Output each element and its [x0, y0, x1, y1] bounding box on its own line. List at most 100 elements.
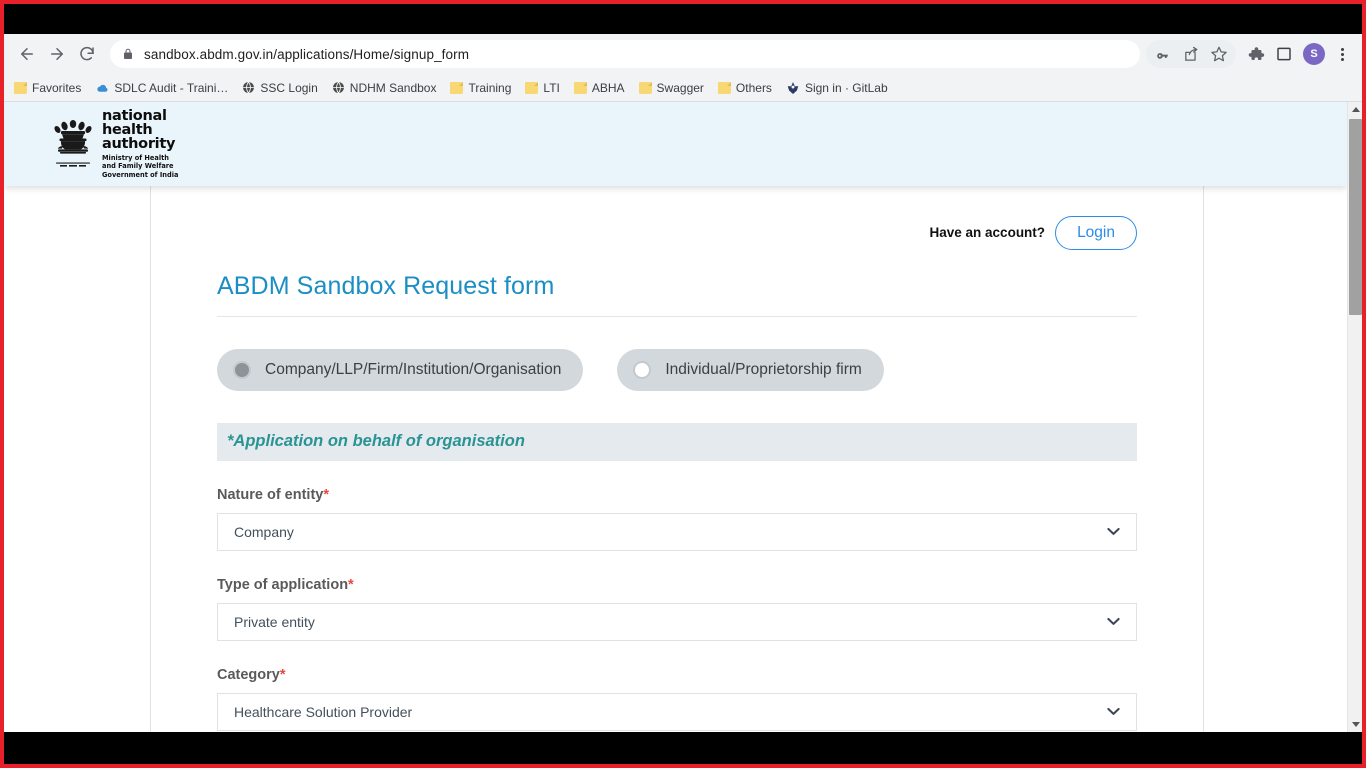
bookmark-label: Favorites [32, 80, 82, 95]
bookmark-label: Swagger [656, 80, 704, 95]
toolbar-actions: S [1146, 40, 1354, 68]
select-category[interactable]: Healthcare Solution Provider [217, 692, 1137, 731]
logo-sub-line-1: Ministry of Health [102, 154, 169, 163]
label-text: Type of application [217, 576, 349, 593]
bookmark-label: Training [468, 80, 512, 95]
password-key-icon[interactable] [1149, 40, 1177, 68]
bookmark-star-icon[interactable] [1205, 40, 1233, 68]
field-type-of-application: Type of application* Private entity [217, 577, 1137, 641]
globe-icon [332, 81, 345, 94]
bookmark-label: ABHA [591, 80, 625, 95]
bookmark-training[interactable]: Training [450, 81, 511, 95]
select-type-of-application[interactable]: Private entity [217, 602, 1137, 641]
chevron-down-icon [1107, 617, 1120, 626]
radio-label-individual: Individual/Proprietorship firm [665, 360, 862, 378]
title-divider [217, 315, 1137, 317]
bookmark-label: SSC Login [260, 80, 318, 95]
radio-indicator-selected[interactable] [233, 360, 251, 379]
folder-icon [14, 81, 27, 94]
bookmark-favorites[interactable]: Favorites [14, 81, 81, 95]
bookmark-swagger[interactable]: Swagger [638, 80, 704, 95]
page-scrollbar[interactable] [1347, 102, 1362, 732]
chevron-down-icon [1107, 707, 1120, 716]
globe-icon [242, 81, 255, 94]
side-panel-icon[interactable] [1270, 40, 1298, 68]
bookmark-label: NDHM Sandbox [349, 80, 437, 95]
radio-option-individual[interactable]: Individual/Proprietorship firm [617, 348, 884, 391]
field-label-type-of-application: Type of application* [217, 577, 1137, 593]
scrollbar-thumb[interactable] [1349, 119, 1362, 315]
field-nature-of-entity: Nature of entity* Company [217, 487, 1137, 551]
national-emblem-icon [54, 119, 92, 167]
select-nature-of-entity[interactable]: Company [217, 512, 1137, 551]
screenshot-frame: sandbox.abdm.gov.in/applications/Home/si… [0, 0, 1366, 768]
scrollbar-down-arrow[interactable] [1348, 717, 1363, 732]
os-taskbar [4, 732, 1362, 764]
bookmark-abha[interactable]: ABHA [573, 80, 625, 95]
bookmark-lti[interactable]: LTI [525, 80, 560, 95]
signup-form-card: Have an account? Login ABDM Sandbox Requ… [150, 186, 1204, 732]
radio-option-organisation[interactable]: Company/LLP/Firm/Institution/Organisatio… [217, 348, 584, 391]
site-header: national health authority Ministry of He… [4, 102, 1347, 186]
folder-icon [450, 81, 464, 94]
browser-toolbar: sandbox.abdm.gov.in/applications/Home/si… [4, 34, 1362, 74]
profile-avatar[interactable]: S [1303, 43, 1325, 65]
label-text: Nature of entity [217, 486, 324, 503]
required-asterisk: * [323, 486, 329, 503]
logo-sub-line-3: Government of India [102, 170, 179, 179]
select-value: Healthcare Solution Provider [234, 703, 413, 720]
forward-button[interactable] [42, 39, 72, 69]
bookmark-gitlab-sign-in[interactable]: Sign in · GitLab [786, 81, 888, 95]
bookmark-sdlc-audit[interactable]: SDLC Audit - Traini… [95, 81, 228, 95]
address-bar[interactable]: sandbox.abdm.gov.in/applications/Home/si… [110, 40, 1140, 68]
bookmark-others[interactable]: Others [717, 80, 772, 95]
nha-logo[interactable]: national health authority Ministry of He… [50, 109, 178, 179]
bookmark-label: Sign in · GitLab [804, 80, 888, 95]
logo-line-2: health [102, 122, 153, 139]
scrollbar-up-arrow[interactable] [1348, 102, 1363, 117]
field-label-nature-of-entity: Nature of entity* [217, 487, 1137, 503]
url-text: sandbox.abdm.gov.in/applications/Home/si… [144, 46, 470, 62]
select-value: Private entity [234, 613, 315, 630]
lock-icon[interactable] [122, 47, 134, 61]
logo-line-3: authority [102, 136, 176, 153]
share-icon[interactable] [1177, 40, 1205, 68]
logo-sub-line-2: and Family Welfare [102, 162, 174, 171]
bookmark-ndhm-sandbox[interactable]: NDHM Sandbox [332, 80, 437, 95]
section-heading-banner: *Application on behalf of organisation [217, 422, 1137, 461]
login-button[interactable]: Login [1055, 216, 1137, 250]
folder-icon [717, 81, 731, 94]
gitlab-icon [786, 81, 800, 95]
folder-icon [638, 81, 652, 94]
page-viewport: national health authority Ministry of He… [4, 102, 1347, 732]
bookmarks-bar: Favorites SDLC Audit - Traini… SSC Login… [4, 74, 1362, 102]
logo-title: national health authority [102, 108, 178, 153]
bookmark-ssc-login[interactable]: SSC Login [242, 80, 318, 95]
logo-wordmark: national health authority Ministry of He… [102, 109, 178, 179]
account-row: Have an account? Login [217, 186, 1137, 250]
cloud-icon [95, 82, 109, 94]
radio-indicator-unselected[interactable] [633, 360, 652, 379]
reload-button[interactable] [72, 39, 102, 69]
bookmark-label: Others [735, 80, 772, 95]
required-asterisk: * [279, 666, 286, 683]
logo-subtitle: Ministry of Health and Family Welfare Go… [102, 154, 178, 179]
bookmark-label: LTI [543, 80, 560, 95]
select-value: Company [234, 523, 294, 540]
back-button[interactable] [12, 39, 42, 69]
extensions-puzzle-icon[interactable] [1242, 40, 1270, 68]
field-category: Category* Healthcare Solution Provider [217, 667, 1137, 731]
chevron-down-icon [1107, 527, 1120, 536]
chrome-menu-icon[interactable] [1330, 40, 1354, 68]
have-account-label: Have an account? [929, 225, 1046, 241]
page-title: ABDM Sandbox Request form [217, 271, 555, 300]
label-text: Category [217, 666, 280, 683]
folder-icon [573, 81, 587, 94]
logo-line-1: national [102, 108, 167, 125]
browser-tab-strip [4, 4, 1362, 34]
folder-icon [525, 81, 539, 94]
radio-label-organisation: Company/LLP/Firm/Institution/Organisatio… [265, 360, 562, 378]
required-asterisk: * [348, 576, 354, 593]
omnibox-action-pill [1146, 40, 1236, 68]
field-label-category: Category* [217, 667, 1137, 683]
